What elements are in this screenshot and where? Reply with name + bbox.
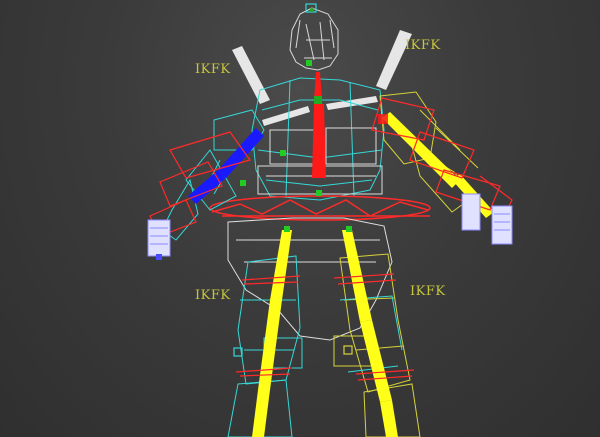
rig-canvas[interactable] bbox=[0, 0, 600, 437]
ikfk-label-top-right[interactable]: IKFK bbox=[405, 38, 441, 53]
clavicle-left bbox=[262, 106, 310, 126]
right-thigh-bone[interactable] bbox=[342, 230, 398, 437]
right-hand[interactable] bbox=[461, 193, 513, 245]
ikfk-label-bottom-left[interactable]: IKFK bbox=[195, 288, 231, 303]
ikfk-label-bottom-right[interactable]: IKFK bbox=[410, 284, 446, 299]
spine-bone[interactable] bbox=[312, 72, 326, 178]
ikfk-label-top-left[interactable]: IKFK bbox=[195, 62, 231, 77]
left-hand[interactable] bbox=[147, 219, 171, 260]
shoulder-guard-left[interactable] bbox=[232, 46, 270, 104]
head-mesh[interactable] bbox=[289, 7, 339, 71]
right-knee-marker[interactable] bbox=[343, 345, 353, 355]
head-pivot[interactable] bbox=[310, 8, 314, 12]
3d-viewport[interactable]: IKFK IKFK IKFK IKFK bbox=[0, 0, 600, 437]
